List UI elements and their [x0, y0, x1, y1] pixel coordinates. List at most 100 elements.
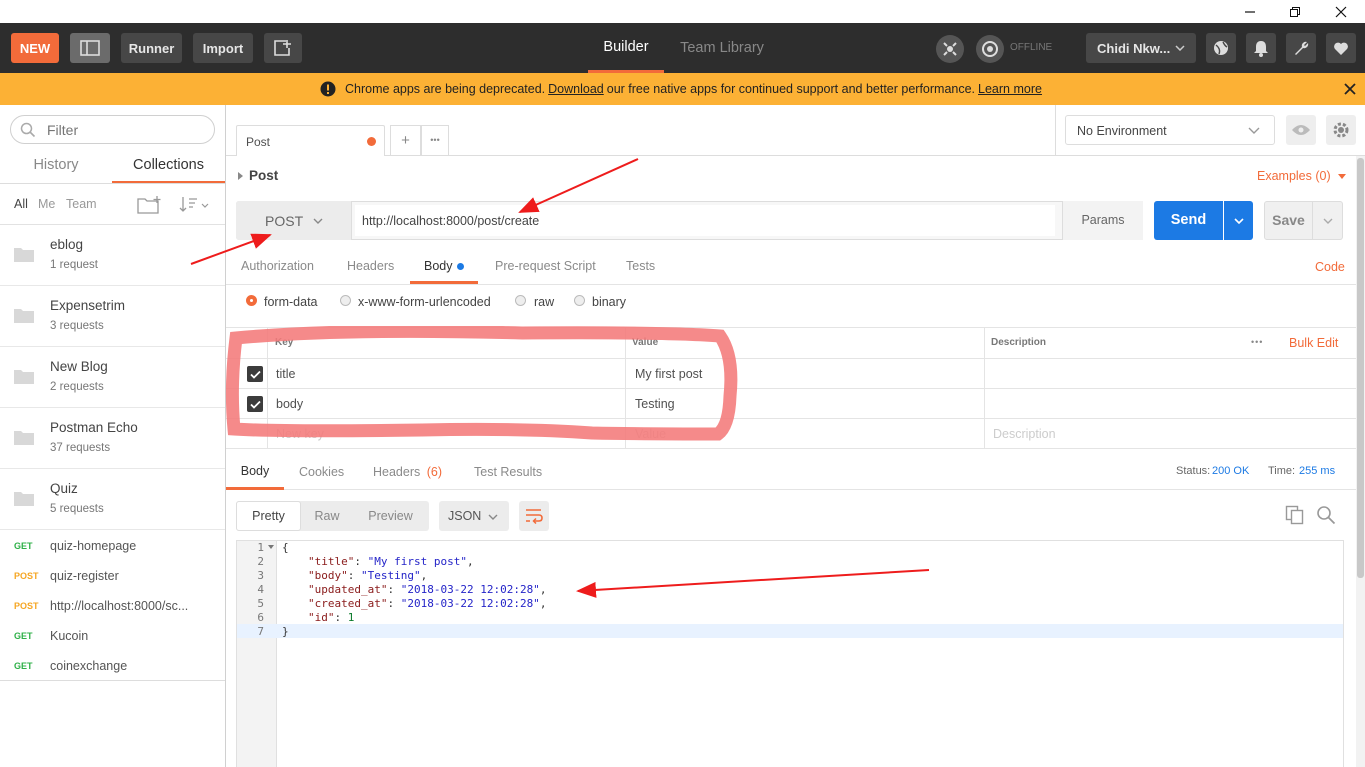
sort-icon[interactable] — [179, 196, 209, 214]
body-indicator-dot — [457, 263, 464, 270]
tab-body[interactable]: Body — [410, 250, 478, 284]
settings-button[interactable] — [1286, 33, 1316, 63]
bulk-edit-link[interactable]: Bulk Edit — [1289, 336, 1338, 350]
divider — [1055, 105, 1056, 155]
filter-all[interactable]: All — [14, 197, 28, 211]
code-link[interactable]: Code — [1315, 260, 1345, 274]
request-item[interactable]: GET Kucoin — [0, 621, 225, 651]
response-tab-headers[interactable]: Headers (6) — [373, 465, 442, 479]
manage-environments-button[interactable] — [1326, 115, 1356, 145]
banner-text: Chrome apps are being deprecated. — [345, 82, 546, 96]
tab-headers[interactable]: Headers — [347, 259, 394, 273]
json-separator: , — [466, 555, 474, 568]
caret-right-icon[interactable] — [238, 172, 244, 180]
new-collection-icon[interactable] — [137, 195, 163, 215]
tab-options-button[interactable]: ••• — [421, 125, 449, 156]
filter-input[interactable] — [47, 120, 207, 139]
radio-form-data[interactable] — [246, 295, 257, 306]
collection-name: eblog — [50, 237, 84, 252]
request-item[interactable]: GET quiz-homepage — [0, 531, 225, 561]
json-separator: , — [420, 569, 428, 582]
tab-collections[interactable]: Collections — [112, 154, 225, 184]
collection-item[interactable]: Quiz 5 requests — [0, 469, 225, 530]
collection-count: 5 requests — [50, 503, 104, 515]
new-button[interactable]: NEW — [11, 33, 59, 63]
collection-item[interactable]: Postman Echo 37 requests — [0, 408, 225, 469]
scrollbar[interactable] — [1356, 156, 1365, 767]
format-select[interactable]: JSON — [439, 501, 509, 531]
fold-marker-icon[interactable] — [268, 545, 274, 549]
response-tab-test-results[interactable]: Test Results — [474, 465, 542, 479]
request-item[interactable]: POST http://localhost:8000/sc... — [0, 591, 225, 621]
collection-item[interactable]: eblog 1 request — [0, 225, 225, 286]
response-tab-cookies[interactable]: Cookies — [299, 465, 344, 479]
tab-team-library[interactable]: Team Library — [672, 23, 772, 73]
view-pretty-button[interactable]: Pretty — [236, 501, 301, 531]
filter-team[interactable]: Team — [66, 197, 97, 211]
runtime-button[interactable] — [1206, 33, 1236, 63]
close-banner-icon[interactable] — [1344, 83, 1356, 95]
method-select[interactable]: POST — [236, 201, 352, 240]
json-string: "Testing" — [361, 569, 421, 582]
runner-button[interactable]: Runner — [121, 33, 182, 63]
collection-item[interactable]: Expensetrim 3 requests — [0, 286, 225, 347]
download-link[interactable]: Download — [548, 82, 604, 96]
environment-select[interactable]: No Environment — [1065, 115, 1275, 145]
view-raw-button[interactable]: Raw — [306, 501, 348, 531]
send-button[interactable]: Send — [1154, 201, 1223, 240]
copy-icon[interactable] — [1285, 505, 1305, 525]
json-key: "id" — [308, 611, 335, 624]
kv-options-button[interactable]: ••• — [1251, 337, 1263, 347]
request-item[interactable]: POST quiz-register — [0, 561, 225, 591]
environment-quick-look-button[interactable] — [1286, 115, 1316, 145]
search-icon[interactable] — [1316, 505, 1336, 525]
request-tab-post[interactable]: Post — [236, 125, 385, 156]
satellite-icon — [943, 42, 957, 56]
url-input[interactable] — [355, 205, 1055, 236]
wrap-lines-button[interactable] — [519, 501, 549, 531]
status-value: 200 OK — [1212, 465, 1250, 477]
response-tab-body[interactable]: Body — [226, 456, 284, 490]
headers-count: (6) — [426, 465, 443, 479]
sync-status-button[interactable] — [976, 35, 1004, 63]
app-header: NEW Runner Import Builder Team Library O… — [0, 23, 1365, 73]
examples-dropdown[interactable]: Examples (0) — [1257, 169, 1347, 183]
params-button[interactable]: Params — [1062, 201, 1143, 240]
tab-tests[interactable]: Tests — [626, 259, 655, 273]
sidebar-toggle-button[interactable] — [70, 33, 110, 63]
radio-binary[interactable] — [574, 295, 585, 306]
divider — [226, 284, 1356, 285]
time-label: Time: — [1268, 465, 1296, 477]
tab-pre-request-script[interactable]: Pre-request Script — [495, 259, 596, 273]
view-preview-button[interactable]: Preview — [358, 501, 423, 531]
import-button[interactable]: Import — [193, 33, 253, 63]
add-tab-button[interactable]: + — [390, 125, 421, 156]
user-menu[interactable]: Chidi Nkw... — [1086, 33, 1196, 63]
code-brace: } — [282, 625, 289, 638]
minimize-icon[interactable] — [1227, 0, 1273, 23]
tab-builder[interactable]: Builder — [588, 23, 664, 73]
learn-more-link[interactable]: Learn more — [978, 82, 1042, 96]
send-options-button[interactable] — [1224, 201, 1253, 240]
json-key: "title" — [308, 555, 355, 568]
new-window-button[interactable] — [264, 33, 302, 63]
time-value: 255 ms — [1299, 465, 1336, 477]
request-item[interactable]: GET coinexchange — [0, 651, 225, 681]
save-button[interactable]: Save — [1264, 201, 1313, 240]
tab-authorization[interactable]: Authorization — [241, 259, 314, 273]
interceptor-button[interactable] — [936, 35, 964, 63]
close-window-icon[interactable] — [1318, 0, 1364, 23]
favorites-button[interactable] — [1326, 33, 1356, 63]
radio-raw[interactable] — [515, 295, 526, 306]
scrollbar-thumb[interactable] — [1357, 158, 1364, 578]
filter-me[interactable]: Me — [38, 197, 55, 211]
request-name[interactable]: Post — [249, 168, 278, 183]
new-description-input[interactable]: Description — [993, 427, 1056, 441]
radio-urlencoded[interactable] — [340, 295, 351, 306]
notifications-button[interactable] — [1246, 33, 1276, 63]
restore-icon[interactable] — [1272, 0, 1318, 23]
chevron-down-icon — [1248, 127, 1260, 134]
tab-history[interactable]: History — [0, 154, 112, 184]
collection-item[interactable]: New Blog 2 requests — [0, 347, 225, 408]
save-options-button[interactable] — [1313, 201, 1343, 240]
